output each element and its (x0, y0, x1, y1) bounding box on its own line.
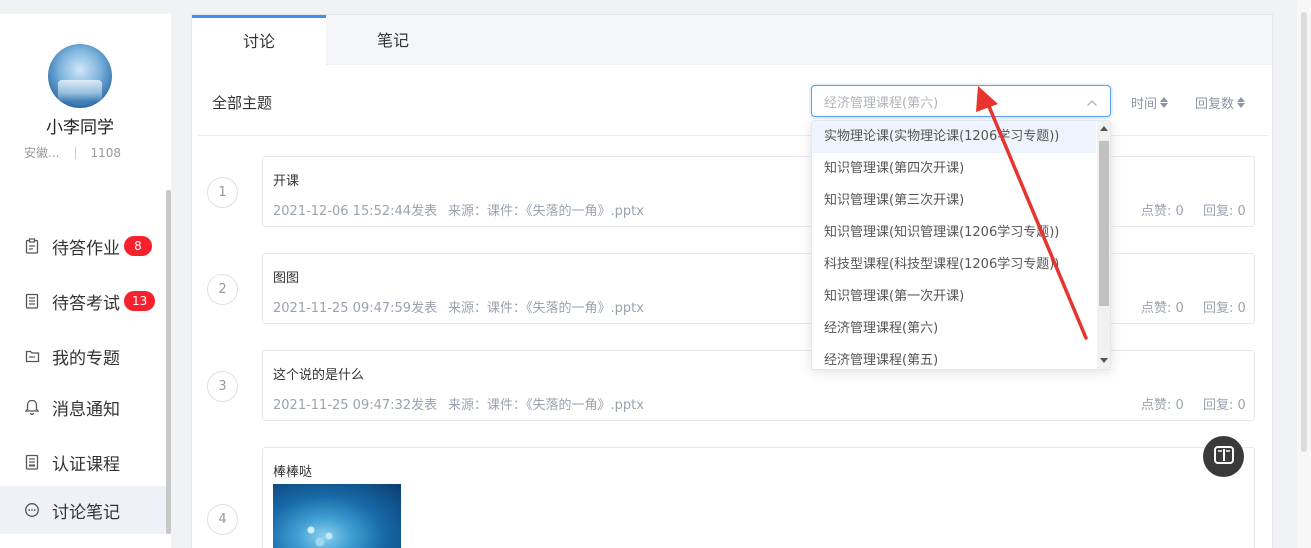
post-title[interactable]: 图图 (273, 267, 299, 286)
post-number: 4 (207, 504, 238, 535)
page-scroll-thumb[interactable] (1301, 12, 1307, 452)
sidebar-item-label: 讨论笔记 (52, 502, 120, 523)
sidebar-item-certified-courses[interactable]: 认证课程 (0, 438, 166, 486)
clipboard-icon (24, 238, 40, 254)
sidebar-item-label: 认证课程 (52, 454, 120, 475)
user-org: 安徽... (24, 146, 60, 160)
exam-paper-icon (24, 293, 40, 309)
post-title[interactable]: 棒棒哒 (273, 461, 312, 480)
sidebar-scrollbar[interactable] (166, 190, 171, 534)
sidebar-item-notifications[interactable]: 消息通知 (0, 383, 166, 431)
sort-caret-icon (1160, 97, 1169, 108)
sort-replies-label: 回复数 (1195, 97, 1235, 112)
post-number: 1 (207, 177, 238, 208)
sidebar-item-my-topics[interactable]: 我的专题 (0, 332, 166, 380)
open-book-icon (1213, 445, 1235, 469)
sidebar-item-label: 我的专题 (52, 348, 120, 369)
post-date: 2021-11-25 09:47:32发表 (273, 398, 438, 413)
course-dropdown: 实物理论课(实物理论课(1206学习专题)) 知识管理课(第四次开课) 知识管理… (811, 120, 1111, 370)
bell-icon (24, 399, 40, 415)
sidebar-item-pending-homework[interactable]: 待答作业 8 (0, 222, 166, 270)
post-source: 来源：课件：《失落的一角》.pptx (448, 398, 644, 413)
dropdown-option[interactable]: 科技型课程(科技型课程(1206学习专题)) (812, 249, 1096, 281)
post-likes[interactable]: 点赞: 0 (1141, 394, 1184, 413)
page-scrollbar[interactable] (1297, 0, 1311, 548)
user-name: 小李同学 (46, 118, 114, 138)
post-replies[interactable]: 回复: 0 (1203, 297, 1246, 316)
dropdown-option[interactable]: 经济管理课程(第六) (812, 313, 1096, 345)
reader-button[interactable] (1203, 436, 1244, 477)
post-title[interactable]: 这个说的是什么 (273, 364, 364, 383)
folder-icon (24, 348, 40, 364)
sidebar-item-label: 消息通知 (52, 399, 120, 420)
post-image[interactable] (273, 484, 401, 548)
post-card[interactable]: 棒棒哒 (262, 447, 1255, 548)
dropdown-option[interactable]: 知识管理课(第四次开课) (812, 153, 1096, 185)
exam-count-badge: 13 (124, 291, 156, 311)
sidebar-item-label: 待答考试 (52, 293, 120, 314)
dropdown-option[interactable]: 知识管理课(第一次开课) (812, 281, 1096, 313)
meta-divider (75, 146, 77, 159)
tab-notes[interactable]: 笔记 (326, 15, 460, 65)
sidebar-item-pending-exam[interactable]: 待答考试 13 (0, 277, 166, 325)
post-number: 3 (207, 371, 238, 402)
sort-caret-icon (1237, 97, 1246, 108)
dropdown-option[interactable]: 知识管理课(知识管理课(1206学习专题)) (812, 217, 1096, 249)
post-source: 来源：课件：《失落的一角》.pptx (448, 301, 644, 316)
tab-discussion[interactable]: 讨论 (192, 15, 326, 65)
avatar[interactable] (48, 44, 112, 108)
sidebar: 小李同学 安徽... 1108 待答作业 8 待答考试 13 我的专题 消息通知 (0, 14, 171, 548)
scroll-up-arrow-icon[interactable] (1100, 126, 1108, 131)
post-source: 来源：课件：《失落的一角》.pptx (448, 204, 644, 219)
certificate-icon (24, 454, 40, 470)
user-meta: 安徽... 1108 (24, 144, 121, 161)
dropdown-option[interactable]: 经济管理课程(第五) (812, 345, 1096, 369)
course-select-value: 经济管理课程(第六) (824, 95, 939, 111)
post-date: 2021-12-06 15:52:44发表 (273, 204, 438, 219)
sort-time-label: 时间 (1131, 97, 1158, 112)
sort-by-replies[interactable]: 回复数 (1195, 93, 1246, 112)
dropdown-option[interactable]: 实物理论课(实物理论课(1206学习专题)) (812, 121, 1096, 153)
post-replies[interactable]: 回复: 0 (1203, 200, 1246, 219)
user-id: 1108 (90, 145, 121, 160)
post-replies[interactable]: 回复: 0 (1203, 394, 1246, 413)
post-likes[interactable]: 点赞: 0 (1141, 200, 1184, 219)
post-date: 2021-11-25 09:47:59发表 (273, 301, 438, 316)
sidebar-item-label: 待答作业 (52, 238, 120, 259)
dropdown-scroll-thumb[interactable] (1099, 141, 1109, 306)
sidebar-item-discussion-notes[interactable]: 讨论笔记 (0, 486, 166, 534)
sort-by-time[interactable]: 时间 (1131, 93, 1169, 112)
dropdown-option[interactable]: 知识管理课(第三次开课) (812, 185, 1096, 217)
homework-count-badge: 8 (124, 236, 152, 256)
course-select[interactable]: 经济管理课程(第六) (811, 85, 1111, 117)
chat-bubble-icon (24, 502, 40, 518)
scroll-down-arrow-icon[interactable] (1100, 358, 1108, 363)
chevron-up-icon (1086, 92, 1098, 111)
all-topics-label: 全部主题 (212, 94, 273, 112)
post-number: 2 (207, 274, 238, 305)
post-title[interactable]: 开课 (273, 170, 299, 189)
post-likes[interactable]: 点赞: 0 (1141, 297, 1184, 316)
tab-bar: 讨论 笔记 (192, 15, 1272, 65)
dropdown-scrollbar[interactable] (1097, 121, 1110, 369)
